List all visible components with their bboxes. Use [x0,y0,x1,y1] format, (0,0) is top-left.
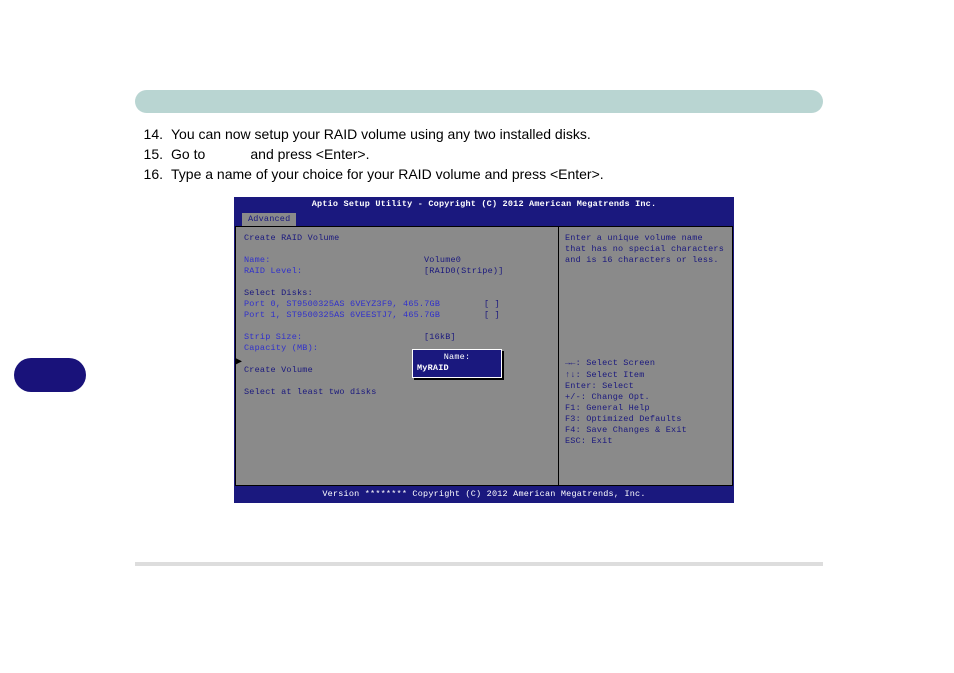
key-line: F1: General Help [565,403,687,414]
instruction-list: 14. You can now setup your RAID volume u… [135,125,823,185]
bios-title: Aptio Setup Utility - Copyright (C) 2012… [234,197,734,213]
raid-level-value: [RAID0(Stripe)] [424,266,504,277]
create-raid-heading: Create RAID Volume [244,233,424,244]
key-line: Enter: Select [565,381,687,392]
key-line: +/-: Change Opt. [565,392,687,403]
warning-text: Select at least two disks [244,387,424,398]
port0-checkbox: [ ] [484,299,500,310]
header-bar [135,90,823,113]
step-text: Type a name of your choice for your RAID… [171,165,823,183]
select-disks-heading: Select Disks: [244,288,424,299]
selection-arrow-icon: ▶ [236,357,242,368]
instruction-14: 14. You can now setup your RAID volume u… [135,125,823,143]
port1: Port 1, ST9500325AS 6VEESTJ7, 465.7GB [244,310,484,321]
capacity-label: Capacity (MB): [244,343,424,354]
key-line: →←: Select Screen [565,358,655,368]
key-line: ESC: Exit [565,436,687,447]
help-line: and is 16 characters or less. [565,255,726,266]
step-number: 15. [135,145,163,163]
bios-tab-advanced: Advanced [242,213,296,226]
instruction-16: 16. Type a name of your choice for your … [135,165,823,183]
bios-body: Create RAID Volume Name: Volume0 RAID Le… [234,225,734,487]
name-value: Volume0 [424,255,461,266]
bios-left-pane: Create RAID Volume Name: Volume0 RAID Le… [235,226,559,486]
popup-value: MyRAID [417,363,497,374]
bottom-rule [135,562,823,566]
step-text-a: Go to [171,146,209,162]
create-volume-action: Create Volume [244,365,424,376]
step-text: Go to Name and press <Enter>. [171,145,823,163]
port1-checkbox: [ ] [484,310,500,321]
key-line: F4: Save Changes & Exit [565,425,687,436]
strip-size-label: Strip Size: [244,332,424,343]
raid-level-label: RAID Level: [244,266,424,277]
step-text: You can now setup your RAID volume using… [171,125,823,143]
step-number: 16. [135,165,163,183]
instruction-15: 15. Go to Name and press <Enter>. [135,145,823,163]
key-line: F3: Optimized Defaults [565,414,687,425]
step-text-b: and press <Enter>. [250,146,369,162]
bios-tabbar: Advanced [234,213,734,225]
bios-right-pane: Enter a unique volume name that has no s… [559,226,733,486]
strip-size-value: [16kB] [424,332,456,343]
key-legend: →←: Select Screen ↑↓: Select Item Enter:… [565,357,687,447]
name-label: Name: [244,255,424,266]
help-line: that has no special characters [565,244,726,255]
popup-title: Name: [417,352,497,363]
help-line: Enter a unique volume name [565,233,726,244]
port0: Port 0, ST9500325AS 6VEYZ3F9, 465.7GB [244,299,484,310]
name-input-popup: Name: MyRAID [412,349,502,378]
side-page-marker [14,358,86,392]
bios-footer: Version ******** Copyright (C) 2012 Amer… [234,487,734,503]
bios-screenshot: Aptio Setup Utility - Copyright (C) 2012… [234,197,734,503]
step-number: 14. [135,125,163,143]
key-line: ↑↓: Select Item [565,370,645,380]
